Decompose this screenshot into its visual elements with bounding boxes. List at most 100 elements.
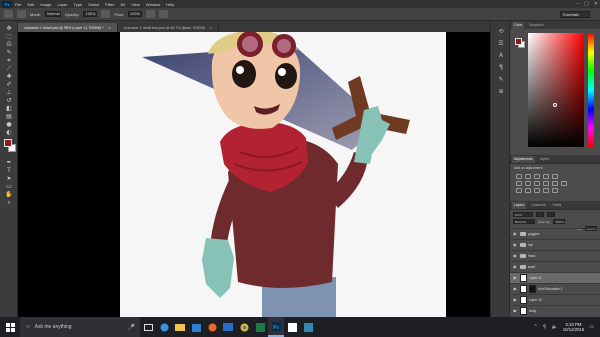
eye-icon[interactable]: ◉ [513, 276, 518, 280]
windows-start-button[interactable] [0, 317, 20, 337]
gradient-icon[interactable]: ▤ [4, 113, 14, 120]
filter-adjust-icon[interactable] [547, 212, 555, 217]
brightness-contrast-icon[interactable] [516, 174, 522, 179]
hand-icon[interactable]: ✋ [4, 191, 14, 198]
eye-icon[interactable]: ◉ [513, 298, 518, 302]
pen-icon[interactable]: ✒ [4, 159, 14, 166]
mail-icon[interactable] [220, 317, 236, 337]
other-app-icon[interactable] [300, 317, 316, 337]
brush-preset-icon[interactable] [4, 10, 13, 18]
store-icon[interactable] [188, 317, 204, 337]
tab-styles[interactable]: Styles [538, 156, 551, 163]
tab-channels[interactable]: Channels [529, 202, 547, 209]
dodge-icon[interactable]: ◐ [4, 129, 14, 136]
menu-select[interactable]: Select [88, 2, 99, 7]
black-white-icon[interactable] [534, 181, 540, 186]
eye-icon[interactable]: ◉ [513, 243, 518, 247]
properties-icon[interactable]: ☰ [496, 39, 506, 47]
layer-row[interactable]: ◉ body [510, 305, 600, 316]
pressure-size-icon[interactable] [159, 10, 169, 18]
photoshop-taskbar-icon[interactable]: Ps [268, 317, 284, 337]
menu-image[interactable]: Image [40, 2, 51, 7]
firefox-icon[interactable] [204, 317, 220, 337]
maximize-icon[interactable]: ▢ [584, 1, 589, 7]
character-icon[interactable]: A [496, 51, 506, 59]
layer-row[interactable]: ◉ head [510, 250, 600, 261]
clone-source-icon[interactable]: ⊕ [496, 87, 506, 95]
menu-help[interactable]: Help [166, 2, 174, 7]
microphone-icon[interactable]: 🎤 [128, 324, 135, 331]
zoom-icon[interactable]: ⌕ [4, 199, 14, 206]
eye-icon[interactable]: ◉ [513, 309, 518, 313]
shape-icon[interactable]: ▭ [4, 183, 14, 190]
tab-swatches[interactable]: Swatches [527, 22, 546, 29]
airbrush-icon[interactable] [146, 10, 156, 18]
chevron-up-icon[interactable]: ⌃ [534, 324, 538, 330]
visual-icon[interactable] [284, 317, 300, 337]
chrome-icon[interactable] [236, 317, 252, 337]
history-icon[interactable]: ⟲ [496, 27, 506, 35]
edge-icon[interactable] [156, 317, 172, 337]
menu-window[interactable]: Window [146, 2, 160, 7]
task-view-icon[interactable] [140, 317, 156, 337]
quick-select-icon[interactable]: ✎ [4, 49, 14, 56]
artboard[interactable] [120, 32, 446, 317]
posterize-icon[interactable] [525, 188, 531, 193]
network-icon[interactable]: ⚲ [543, 324, 547, 330]
type-icon[interactable]: T [4, 167, 14, 174]
color-balance-icon[interactable] [525, 181, 531, 186]
menu-file[interactable]: File [15, 2, 21, 7]
menu-filter[interactable]: Filter [105, 2, 114, 7]
levels-icon[interactable] [525, 174, 531, 179]
layer-row[interactable]: ◉ hat [510, 239, 600, 250]
foreground-color-swatch[interactable] [4, 139, 12, 147]
mode-select[interactable]: Normal [45, 11, 61, 17]
color-lookup-icon[interactable] [561, 181, 567, 186]
menu-type[interactable]: Type [74, 2, 83, 7]
folder-icon[interactable] [172, 317, 188, 337]
hue-slider[interactable] [588, 33, 594, 147]
stamp-icon[interactable]: ⊥ [4, 89, 14, 96]
layer-row[interactable]: ◉ Hue/Saturation 1 [510, 283, 600, 294]
menu-layer[interactable]: Layer [57, 2, 67, 7]
layer-filter-select[interactable]: Kind [513, 212, 533, 217]
excel-icon[interactable] [252, 317, 268, 337]
lasso-icon[interactable]: ᘏ [4, 41, 14, 48]
eye-icon[interactable]: ◉ [513, 254, 518, 258]
eye-icon[interactable]: ◉ [513, 287, 518, 291]
color-picker-handle[interactable] [553, 103, 557, 107]
invert-icon[interactable] [516, 188, 522, 193]
menu-3d[interactable]: 3D [120, 2, 125, 7]
tab-document-2[interactable]: character 1 detail test.psd @ 66.7% (Bas… [118, 23, 220, 32]
close-icon[interactable]: × [210, 26, 212, 30]
tab-layers[interactable]: Layers [512, 202, 527, 209]
gradient-map-icon[interactable] [552, 188, 558, 193]
layer-row[interactable]: ◉ goggles [510, 228, 600, 239]
history-brush-icon[interactable]: ↺ [4, 97, 14, 104]
filter-pixel-icon[interactable] [536, 212, 544, 217]
color-picker-field[interactable] [528, 33, 584, 147]
vibrance-icon[interactable] [552, 174, 558, 179]
threshold-icon[interactable] [534, 188, 540, 193]
pressure-opacity-icon[interactable] [101, 10, 111, 18]
layer-row[interactable]: ◉ scarf [510, 261, 600, 272]
workspace-select[interactable]: Essentials [560, 11, 590, 18]
panel-foreground-swatch[interactable] [515, 38, 522, 45]
eraser-icon[interactable]: ◧ [4, 105, 14, 112]
photo-filter-icon[interactable] [543, 181, 549, 186]
tab-adjustments[interactable]: Adjustments [512, 156, 535, 163]
tab-paths[interactable]: Paths [551, 202, 564, 209]
menu-view[interactable]: View [131, 2, 140, 7]
path-select-icon[interactable]: ➤ [4, 175, 14, 182]
eye-icon[interactable]: ◉ [513, 232, 518, 236]
blur-icon[interactable]: ● [4, 121, 14, 128]
selective-color-icon[interactable] [543, 188, 549, 193]
close-icon[interactable]: × [109, 26, 111, 30]
curves-icon[interactable] [534, 174, 540, 179]
canvas-area[interactable] [18, 32, 490, 317]
clock[interactable]: 2:10 PM 10/12/2016 [563, 322, 585, 332]
layer-row-selected[interactable]: ◉ Layer 11 [510, 272, 600, 283]
marquee-icon[interactable]: ⬚ [4, 33, 14, 40]
brush-presets-icon[interactable]: ✎ [496, 75, 506, 83]
blend-mode-select[interactable]: Normal [513, 219, 535, 224]
